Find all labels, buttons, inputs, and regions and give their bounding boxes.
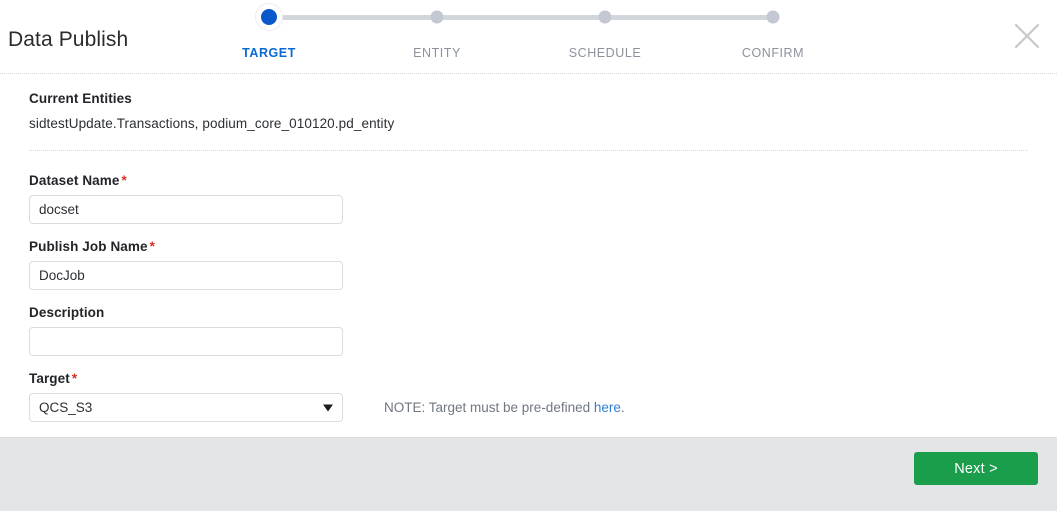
target-row: NOTE: Target must be pre-defined here. bbox=[29, 393, 1028, 422]
required-asterisk: * bbox=[149, 239, 155, 254]
predefined-target-link[interactable]: here bbox=[594, 400, 621, 415]
wizard-stepper: TARGET ENTITY SCHEDULE CONFIRM bbox=[242, 0, 804, 70]
step-label-entity: ENTITY bbox=[413, 46, 461, 60]
page-title: Data Publish bbox=[8, 28, 129, 51]
field-publish-job-name: Publish Job Name * bbox=[29, 239, 1028, 290]
close-icon[interactable] bbox=[1011, 20, 1043, 52]
target-select-wrap[interactable] bbox=[29, 393, 343, 422]
wizard-footer: Next > bbox=[0, 437, 1057, 511]
target-select[interactable] bbox=[29, 393, 343, 422]
wizard-header: Data Publish TARGET ENTITY SCHEDULE CONF… bbox=[0, 0, 1057, 73]
target-label: Target * bbox=[29, 371, 78, 386]
description-input[interactable] bbox=[29, 327, 343, 356]
dataset-name-label: Dataset Name * bbox=[29, 173, 127, 188]
publish-job-name-input[interactable] bbox=[29, 261, 343, 290]
publish-job-name-label: Publish Job Name * bbox=[29, 239, 155, 254]
description-label: Description bbox=[29, 305, 105, 320]
target-note-prefix: NOTE: Target must be pre-defined bbox=[384, 400, 594, 415]
target-note-suffix: . bbox=[620, 400, 625, 415]
step-dot-schedule bbox=[598, 10, 612, 24]
data-publish-wizard: Data Publish TARGET ENTITY SCHEDULE CONF… bbox=[0, 0, 1057, 511]
step-dot-target bbox=[256, 4, 282, 30]
wizard-form-area: Dataset Name* Publish Job Name* Descript… bbox=[0, 151, 1057, 422]
current-entities-section: Current Entities sidtestUpdate.Transacti… bbox=[29, 74, 1028, 150]
field-dataset-name: Dataset Name * bbox=[29, 173, 1028, 224]
next-button[interactable]: Next > bbox=[914, 452, 1038, 485]
required-asterisk: * bbox=[121, 173, 127, 188]
field-description: Description bbox=[29, 305, 1028, 356]
step-label-target: TARGET bbox=[242, 46, 296, 60]
step-label-confirm: CONFIRM bbox=[741, 46, 805, 60]
required-asterisk: * bbox=[71, 371, 78, 386]
step-label-schedule: SCHEDULE bbox=[568, 46, 642, 60]
stepper-track bbox=[269, 15, 774, 20]
wizard-body: Current Entities sidtestUpdate.Transacti… bbox=[0, 74, 1057, 150]
target-form: Dataset Name* Publish Job Name* Descript… bbox=[29, 151, 1028, 422]
dataset-name-input[interactable] bbox=[29, 195, 343, 224]
step-dot-confirm bbox=[766, 10, 780, 24]
field-target: Target* NOTE: Target must be pre-defined… bbox=[29, 371, 1028, 422]
target-note: NOTE: Target must be pre-defined here. bbox=[384, 400, 625, 415]
step-dot-entity bbox=[430, 10, 444, 24]
current-entities-value: sidtestUpdate.Transactions, podium_core_… bbox=[29, 116, 395, 131]
current-entities-heading: Current Entities bbox=[29, 91, 132, 106]
